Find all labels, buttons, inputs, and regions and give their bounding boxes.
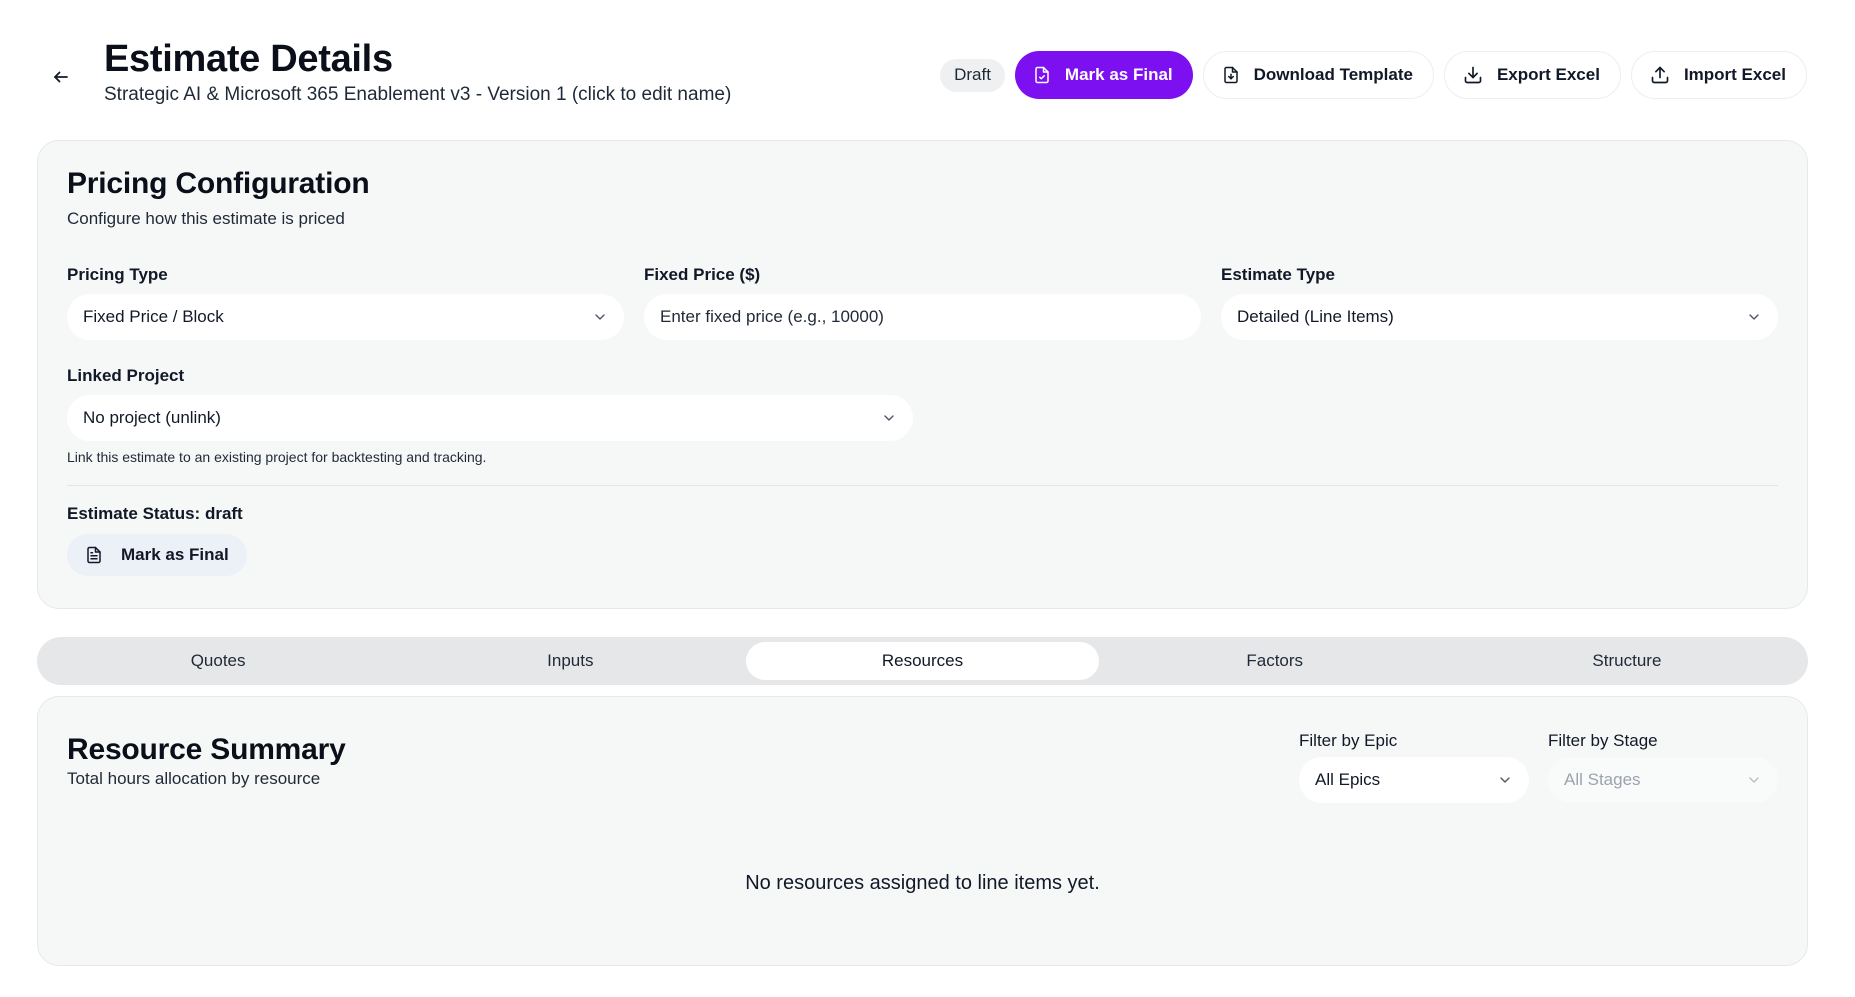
divider (67, 485, 1778, 486)
resource-summary-card: Resource Summary Total hours allocation … (37, 696, 1808, 966)
download-template-button[interactable]: Download Template (1202, 51, 1434, 99)
filter-epic-value: All Epics (1315, 770, 1381, 789)
estimate-status: Estimate Status: draft (67, 504, 243, 524)
chevron-down-icon (595, 314, 605, 320)
download-template-label: Download Template (1253, 65, 1413, 84)
chevron-down-icon (884, 415, 894, 421)
file-download-icon (1223, 66, 1238, 84)
file-text-icon (87, 546, 101, 564)
estimate-tabs: Quotes Inputs Resources Factors Structur… (37, 637, 1808, 685)
pricing-type-select[interactable]: Fixed Price / Block (67, 294, 624, 340)
filter-stage-value: All Stages (1564, 770, 1641, 789)
filter-stage-label: Filter by Stage (1548, 731, 1658, 750)
pricing-configuration-card: Pricing Configuration Configure how this… (37, 140, 1808, 609)
chevron-down-icon (1749, 777, 1759, 783)
linked-project-label: Linked Project (67, 366, 185, 385)
filter-epic-select[interactable]: All Epics (1299, 757, 1529, 803)
mark-as-final-label: Mark as Final (1064, 65, 1173, 84)
arrow-left-icon (54, 71, 68, 83)
filter-stage-select[interactable]: All Stages (1548, 757, 1778, 803)
import-excel-label: Import Excel (1683, 65, 1786, 84)
import-excel-button[interactable]: Import Excel (1630, 51, 1807, 99)
estimate-type-label: Estimate Type (1221, 265, 1336, 284)
mark-as-final-secondary-button[interactable]: Mark as Final (67, 534, 247, 576)
linked-project-helper: Link this estimate to an existing projec… (67, 449, 487, 465)
empty-state-message: No resources assigned to line items yet. (745, 872, 1100, 894)
chevron-down-icon (1500, 777, 1510, 783)
download-icon (1464, 66, 1482, 84)
estimate-type-select[interactable]: Detailed (Line Items) (1221, 294, 1778, 340)
estimate-type-value: Detailed (Line Items) (1237, 307, 1394, 326)
estimate-status-label: Estimate Status: (67, 504, 201, 523)
tab-inputs[interactable]: Inputs (394, 642, 746, 680)
header-actions: Draft Mark as Final Download Template Ex… (940, 51, 1807, 99)
pricing-type-label: Pricing Type (67, 265, 168, 284)
mark-as-final-button[interactable]: Mark as Final (1014, 51, 1193, 99)
estimate-name-editable[interactable]: Strategic AI & Microsoft 365 Enablement … (104, 84, 731, 106)
resource-summary-description: Total hours allocation by resource (67, 769, 321, 788)
pricing-configuration-description: Configure how this estimate is priced (67, 209, 345, 228)
status-badge: Draft (940, 58, 1005, 92)
back-button[interactable] (46, 62, 76, 92)
upload-icon (1651, 66, 1669, 84)
tab-resources[interactable]: Resources (746, 642, 1099, 680)
filter-epic-label: Filter by Epic (1299, 731, 1398, 750)
export-excel-label: Export Excel (1496, 65, 1600, 84)
resource-summary-title: Resource Summary (67, 733, 346, 766)
tab-factors[interactable]: Factors (1099, 642, 1451, 680)
file-check-icon (1035, 66, 1049, 84)
fixed-price-label: Fixed Price ($) (644, 265, 761, 284)
export-excel-button[interactable]: Export Excel (1443, 51, 1621, 99)
mark-as-final-secondary-label: Mark as Final (121, 545, 229, 564)
fixed-price-input[interactable]: Enter fixed price (e.g., 10000) (644, 294, 1201, 340)
tab-quotes[interactable]: Quotes (42, 642, 394, 680)
tab-structure[interactable]: Structure (1451, 642, 1803, 680)
linked-project-select[interactable]: No project (unlink) (67, 395, 913, 441)
pricing-configuration-title: Pricing Configuration (67, 167, 370, 200)
page-title: Estimate Details (104, 38, 393, 80)
fixed-price-placeholder: Enter fixed price (e.g., 10000) (660, 307, 884, 326)
linked-project-value: No project (unlink) (83, 408, 221, 427)
estimate-status-value: draft (204, 504, 243, 523)
chevron-down-icon (1749, 314, 1759, 320)
pricing-type-value: Fixed Price / Block (83, 307, 224, 326)
